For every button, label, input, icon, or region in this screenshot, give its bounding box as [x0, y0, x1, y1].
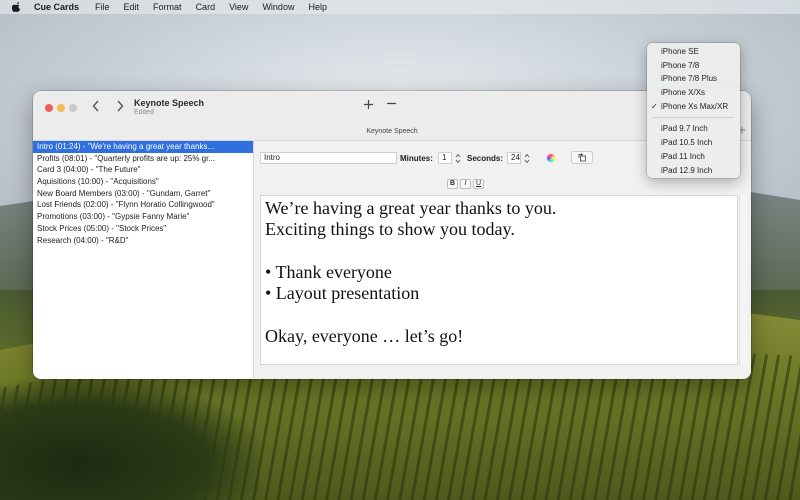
window-title: Keynote Speech: [134, 98, 205, 108]
italic-button[interactable]: I: [460, 179, 471, 189]
underline-button[interactable]: U: [473, 179, 484, 189]
list-item[interactable]: Promotions (03:00) - "Gypsie Fanny Marie…: [33, 211, 253, 223]
menu-item-label: iPad 9.7 Inch: [661, 124, 708, 134]
forward-chevron-icon[interactable]: [116, 100, 124, 115]
menu-item-label: iPhone 7/8: [661, 60, 700, 70]
menu-bar: Cue Cards File Edit Format Card View Win…: [0, 0, 800, 14]
menu-item-iphone-xs-max-xr[interactable]: ✓ iPhone Xs Max/XR: [647, 100, 740, 114]
menu-item-ipad-10-5[interactable]: iPad 10.5 Inch: [647, 136, 740, 150]
checkmark-icon: ✓: [651, 101, 658, 111]
rotate-button[interactable]: [571, 151, 593, 164]
menu-item-ipad-11[interactable]: iPad 11 Inch: [647, 150, 740, 164]
text-line: We’re having a great year thanks to you.: [265, 198, 557, 218]
title-bar[interactable]: Keynote Speech Edited Keynote Speech: [33, 91, 751, 141]
menu-window[interactable]: Window: [262, 2, 294, 12]
menu-format[interactable]: Format: [153, 2, 182, 12]
desktop-trees: [0, 380, 260, 500]
list-item[interactable]: Research (04:00) - "R&D": [33, 235, 253, 247]
document-window: Keynote Speech Edited Keynote Speech Int…: [33, 91, 751, 379]
menu-item-label: iPhone X/Xs: [661, 88, 706, 98]
bold-button[interactable]: B: [447, 179, 458, 189]
menu-help[interactable]: Help: [308, 2, 327, 12]
menu-item-label: iPhone SE: [661, 47, 699, 56]
menu-item-ipad-9-7[interactable]: iPad 9.7 Inch: [647, 122, 740, 136]
menu-item-label: iPad 11 Inch: [661, 151, 705, 161]
list-item[interactable]: Stock Prices (05:00) - "Stock Prices": [33, 223, 253, 235]
text-line: • Thank everyone: [265, 261, 392, 282]
color-wheel-icon[interactable]: [546, 153, 556, 163]
menu-item-iphone-7-8[interactable]: iPhone 7/8: [647, 59, 740, 73]
close-button[interactable]: [45, 104, 53, 112]
minutes-label: Minutes:: [400, 154, 433, 163]
menu-card[interactable]: Card: [196, 2, 216, 12]
card-text-editor[interactable]: We’re having a great year thanks to you.…: [260, 195, 738, 365]
zoom-button[interactable]: [69, 104, 77, 112]
card-list: Intro (01:24) - "We're having a great ye…: [33, 141, 254, 379]
text-line: [265, 304, 733, 325]
menu-item-label: iPhone Xs Max/XR: [661, 101, 729, 111]
menu-item-label: iPhone 7/8 Plus: [661, 74, 718, 84]
list-item[interactable]: New Board Members (03:00) - "Gundam, Gar…: [33, 188, 253, 200]
apple-icon[interactable]: [12, 2, 22, 12]
menu-view[interactable]: View: [229, 2, 248, 12]
minutes-field[interactable]: 1: [438, 152, 452, 164]
menu-item-iphone-x-xs[interactable]: iPhone X/Xs: [647, 86, 740, 100]
remove-card-button[interactable]: [386, 96, 397, 113]
seconds-stepper[interactable]: [523, 152, 530, 164]
text-scrollbar[interactable]: [739, 195, 747, 365]
menu-item-label: iPad 10.5 Inch: [661, 138, 713, 148]
list-item[interactable]: Lost Friends (02:00) - "Flynn Horatio Co…: [33, 199, 253, 211]
minutes-stepper[interactable]: [454, 152, 461, 164]
rotate-icon: [578, 153, 586, 162]
list-item[interactable]: Card 3 (04:00) - "The Future": [33, 164, 253, 176]
list-item[interactable]: Aquisitions (10:00) - "Acquisitions": [33, 176, 253, 188]
device-popup-menu: iPhone SE iPhone 7/8 iPhone 7/8 Plus iPh…: [647, 43, 740, 178]
list-item[interactable]: Profits (08:01) - "Quarterly profits are…: [33, 153, 253, 165]
text-line: [265, 241, 733, 262]
menu-item-ipad-12-9[interactable]: iPad 12.9 Inch: [647, 164, 740, 178]
menu-item-iphone-se[interactable]: iPhone SE: [647, 45, 740, 59]
menu-item-iphone-7-8-plus[interactable]: iPhone 7/8 Plus: [647, 72, 740, 86]
tab-keynote-speech[interactable]: Keynote Speech: [33, 128, 751, 135]
back-chevron-icon[interactable]: [92, 100, 100, 115]
minimize-button[interactable]: [57, 104, 65, 112]
text-line: Exciting things to show you today.: [265, 219, 515, 240]
menu-item-label: iPad 12.9 Inch: [661, 165, 713, 175]
card-name-field[interactable]: Intro: [260, 152, 397, 164]
text-line: Okay, everyone … let’s go!: [265, 325, 464, 346]
seconds-label: Seconds:: [467, 154, 504, 163]
seconds-field[interactable]: 24: [507, 152, 521, 164]
add-card-button[interactable]: [363, 97, 374, 114]
menu-app-name[interactable]: Cue Cards: [34, 2, 79, 12]
menu-separator: [653, 117, 734, 119]
list-item[interactable]: Intro (01:24) - "We're having a great ye…: [33, 141, 253, 153]
window-subtitle: Edited: [134, 109, 154, 116]
menu-file[interactable]: File: [95, 2, 110, 12]
text-line: • Layout presentation: [265, 283, 420, 304]
menu-edit[interactable]: Edit: [124, 2, 140, 12]
